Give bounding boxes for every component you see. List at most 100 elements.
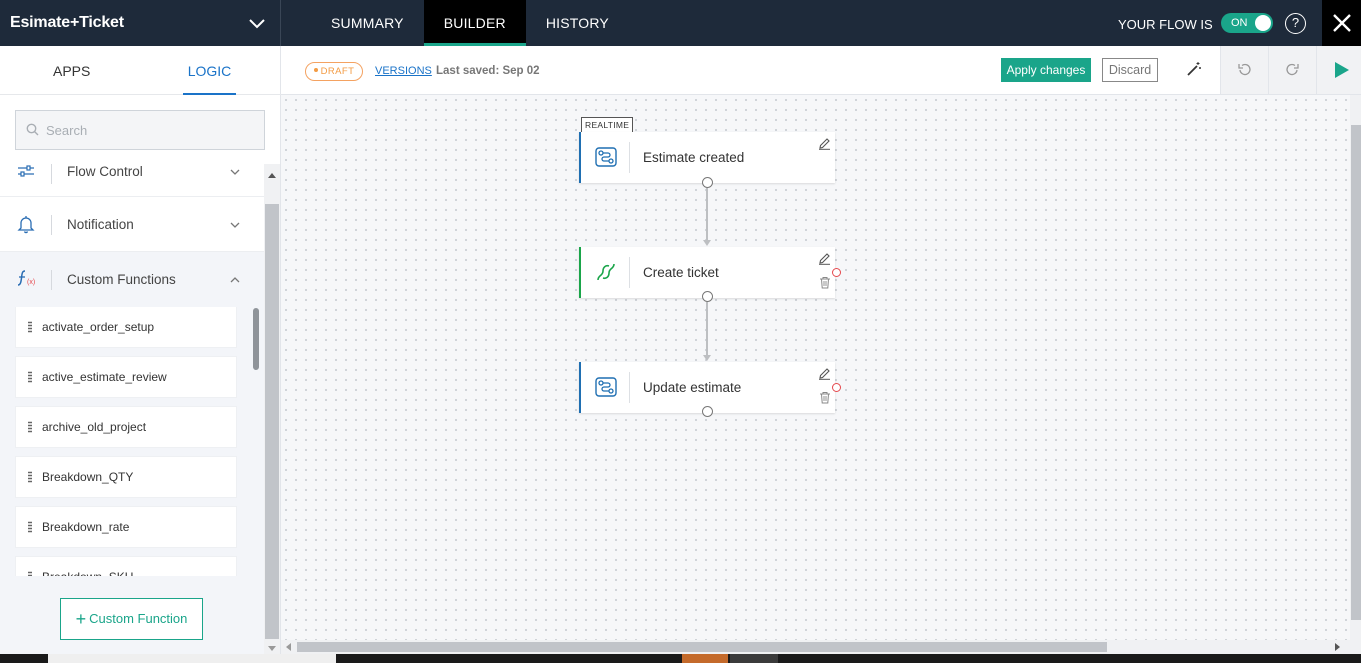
tab-builder[interactable]: BUILDER [423, 0, 526, 46]
canvas-vertical-scrollbar[interactable] [1350, 95, 1361, 640]
flow-state-label: YOUR FLOW IS [1118, 17, 1213, 32]
drag-handle-icon[interactable] [28, 521, 32, 533]
node-label: Update estimate [643, 380, 742, 395]
flow-app-icon [595, 377, 617, 397]
toggle-label: ON [1231, 17, 1248, 29]
discard-button[interactable]: Discard [1102, 58, 1158, 82]
drag-handle-icon[interactable] [28, 421, 32, 433]
category-flow-control[interactable]: Flow Control [0, 164, 264, 197]
category-label: Notification [67, 217, 134, 232]
node-accent-bar [579, 247, 581, 298]
error-port[interactable] [832, 383, 841, 392]
tab-apps[interactable]: APPS [53, 46, 90, 95]
magic-wand-icon[interactable] [1186, 61, 1202, 77]
tab-summary[interactable]: SUMMARY [311, 0, 424, 46]
flow-canvas[interactable]: REALTIME Estimate created Create ticket … [281, 95, 1350, 640]
bell-icon [17, 216, 35, 234]
connector-line [706, 302, 708, 355]
search-box [15, 110, 265, 150]
desk-app-icon [597, 263, 615, 281]
function-label: archive_old_project [42, 420, 147, 434]
tab-history[interactable]: HISTORY [526, 0, 629, 46]
flow-name-selector[interactable]: Esimate+Ticket [0, 0, 281, 46]
scrollbar-thumb[interactable] [1351, 125, 1361, 620]
taskbar-app[interactable] [682, 654, 728, 663]
divider [629, 257, 630, 288]
trash-icon[interactable] [819, 276, 831, 289]
function-label: activate_order_setup [42, 320, 155, 334]
flow-node-trigger[interactable]: Estimate created [579, 132, 835, 183]
divider [629, 142, 630, 173]
category-label: Custom Functions [67, 272, 176, 287]
top-bar: Esimate+Ticket SUMMARY BUILDER HISTORY Y… [0, 0, 1361, 46]
status-dot [313, 68, 318, 72]
chevron-down-icon[interactable] [248, 14, 266, 32]
category-notification[interactable]: Notification [0, 197, 264, 252]
add-custom-function-button[interactable]: + Custom Function [60, 598, 203, 640]
function-item[interactable]: archive_old_project [16, 407, 236, 447]
last-saved-text: Last saved: Sep 02 [436, 65, 540, 77]
scroll-down-icon[interactable] [268, 646, 276, 652]
draft-status-badge: DRAFT [305, 62, 363, 81]
node-output-port[interactable] [702, 177, 713, 188]
apply-changes-button[interactable]: Apply changes [1001, 58, 1091, 82]
chevron-up-icon[interactable] [229, 274, 241, 286]
node-output-port[interactable] [702, 406, 713, 417]
connector-arrow [703, 355, 711, 361]
toggle-knob [1255, 15, 1271, 31]
versions-link[interactable]: VERSIONS [375, 65, 432, 77]
node-accent-bar [579, 362, 581, 413]
node-accent-bar [579, 132, 581, 183]
builder-toolbar: DRAFT VERSIONS Last saved: Sep 02 Apply … [281, 46, 1361, 95]
node-label: Estimate created [643, 150, 745, 165]
help-icon[interactable]: ? [1285, 13, 1306, 34]
svg-text:(x): (x) [27, 279, 35, 286]
function-list-scrollbar[interactable] [253, 308, 259, 370]
sidebar: APPS LOGIC Flow Control Notification (x)… [0, 46, 281, 654]
scrollbar-thumb[interactable] [265, 204, 279, 639]
chevron-down-icon[interactable] [229, 166, 241, 178]
drag-handle-icon[interactable] [28, 371, 32, 383]
error-port[interactable] [832, 268, 841, 277]
edit-icon[interactable] [818, 252, 831, 265]
node-output-port[interactable] [702, 291, 713, 302]
close-icon [1333, 14, 1351, 32]
add-function-label: Custom Function [89, 610, 188, 626]
taskbar-search[interactable] [48, 654, 336, 663]
close-button[interactable] [1322, 0, 1361, 46]
search-input[interactable] [46, 121, 246, 139]
edit-icon[interactable] [818, 367, 831, 380]
divider [51, 270, 52, 290]
redo-button[interactable] [1268, 46, 1316, 94]
flow-app-icon [595, 147, 617, 167]
flow-on-toggle[interactable]: ON [1221, 13, 1273, 33]
function-label: Breakdown_QTY [42, 470, 134, 484]
chevron-down-icon[interactable] [229, 219, 241, 231]
undo-button[interactable] [1220, 46, 1268, 94]
function-item[interactable]: active_estimate_review [16, 357, 236, 397]
function-icon: (x) [17, 270, 35, 286]
drag-handle-icon[interactable] [28, 471, 32, 483]
function-item[interactable]: Breakdown_rate [16, 507, 236, 547]
plus-icon: + [75, 608, 87, 629]
scrollbar-thumb[interactable] [297, 642, 1107, 652]
run-button[interactable] [1316, 46, 1361, 94]
sidebar-scrollbar[interactable] [264, 164, 280, 654]
connector-arrow [703, 240, 711, 246]
function-item[interactable]: Breakdown_QTY [16, 457, 236, 497]
main-tabs: SUMMARY BUILDER HISTORY [311, 0, 629, 46]
scroll-left-icon[interactable] [285, 643, 291, 651]
canvas-horizontal-scrollbar[interactable] [281, 640, 1361, 654]
trash-icon[interactable] [819, 391, 831, 404]
scroll-up-icon[interactable] [268, 172, 276, 178]
edit-icon[interactable] [818, 137, 831, 150]
function-item[interactable]: activate_order_setup [16, 307, 236, 347]
flow-name: Esimate+Ticket [10, 14, 124, 31]
scroll-right-icon[interactable] [1335, 643, 1341, 651]
tab-logic[interactable]: LOGIC [183, 46, 236, 95]
category-custom-functions[interactable]: (x) Custom Functions [0, 252, 264, 307]
taskbar-app[interactable] [730, 654, 778, 663]
function-label: Breakdown_rate [42, 520, 130, 534]
divider [51, 164, 52, 184]
drag-handle-icon[interactable] [28, 321, 32, 333]
